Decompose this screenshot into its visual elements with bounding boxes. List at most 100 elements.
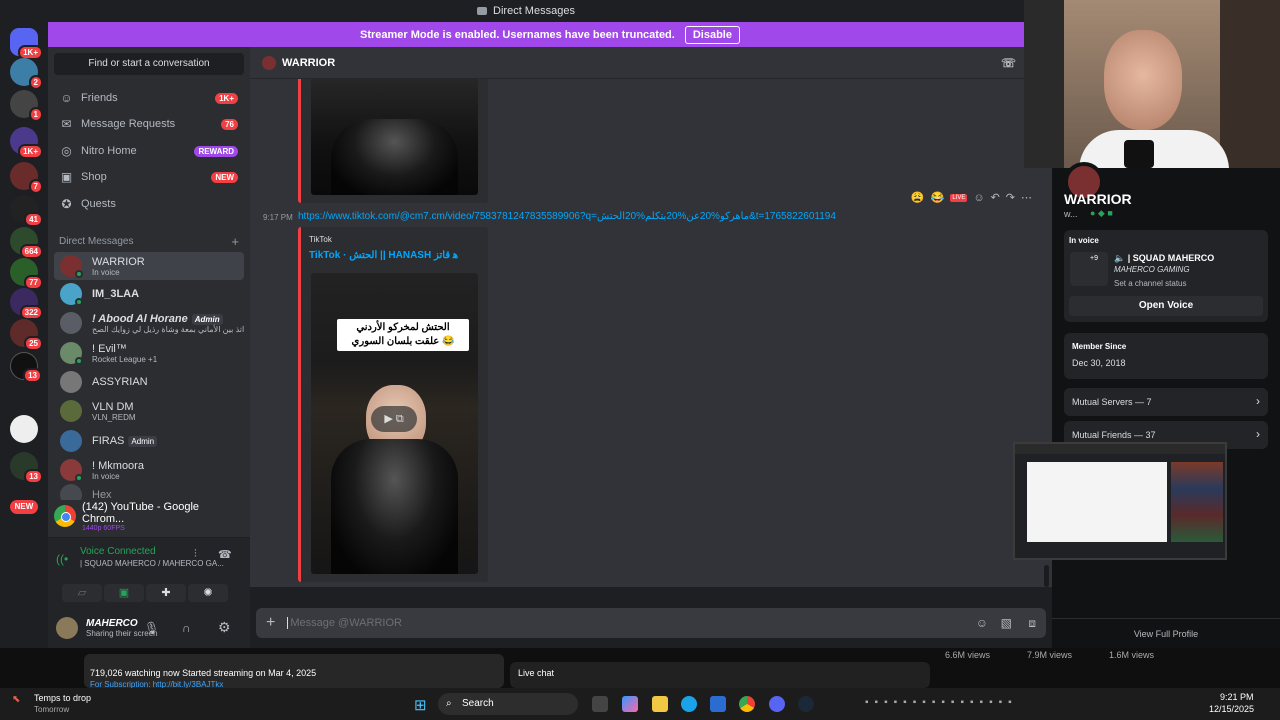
taskbar-search[interactable]: ⌕ Search	[438, 693, 578, 715]
settings-icon[interactable]: ⚙	[218, 619, 231, 636]
dm-item[interactable]: ASSYRIAN	[54, 368, 244, 396]
disable-button[interactable]: Disable	[684, 25, 740, 44]
call-icon[interactable]: ☏	[1001, 56, 1016, 70]
emoji-reaction-icon[interactable]: 😂	[931, 191, 945, 204]
add-reaction-icon[interactable]: ☺	[973, 192, 984, 204]
scrollbar[interactable]	[1044, 565, 1049, 587]
headset-icon[interactable]: ∩	[182, 621, 191, 635]
server-icon[interactable]: 13	[10, 452, 43, 484]
open-voice-button[interactable]: Open Voice	[1069, 296, 1263, 316]
plus-icon[interactable]: +	[231, 234, 239, 249]
dm-item[interactable]: WARRIOR In voice	[54, 252, 244, 280]
forward-icon[interactable]: ↷	[1006, 191, 1015, 204]
nav-message-requests[interactable]: ✉ Message Requests 76	[54, 111, 244, 137]
clock-date[interactable]: 12/15/2025	[1209, 704, 1254, 714]
voice-status: Voice Connected	[80, 546, 156, 557]
more-icon[interactable]: ⋯	[1021, 191, 1032, 204]
live-chat-label[interactable]: Live chat	[518, 668, 554, 678]
dm-item[interactable]: ! Abood Al Horane Admin اتذ بين الأماني بم…	[54, 309, 244, 337]
nav-nitro-home[interactable]: ◎ Nitro Home REWARD	[54, 138, 244, 164]
start-icon[interactable]: ⊞	[414, 696, 427, 714]
avatar[interactable]	[56, 616, 78, 639]
nav-label: Nitro Home	[81, 145, 137, 157]
embed-video[interactable]: الحتش لمخركو الأردني علقت بلسان السوري 😂 …	[311, 273, 478, 574]
search-input[interactable]: Find or start a conversation	[54, 53, 244, 75]
shop-icon: ▣	[60, 170, 73, 184]
admin-tag: Admin	[128, 436, 158, 447]
dm-item[interactable]: ! Mkmoora In voice	[54, 456, 244, 484]
taskbar: ⬉ Temps to drop Tomorrow ⊞ ⌕ Search ▪▪▪▪▪…	[0, 688, 1280, 720]
reply-icon[interactable]: ↶	[991, 191, 1000, 204]
server-icon[interactable]: 13	[10, 352, 42, 383]
dm-item[interactable]: VLN DM VLN_REDM	[54, 397, 244, 425]
nav-quests[interactable]: ✪ Quests	[54, 191, 244, 217]
server-icon[interactable]: 322	[10, 288, 43, 320]
message-input[interactable]: + Message @WARRIOR ☺ ▧ ⧈	[256, 608, 1046, 638]
nav-friends[interactable]: ☺ Friends 1K+	[54, 85, 244, 111]
chevron-right-icon: ›	[1256, 394, 1260, 408]
server-icon[interactable]: 1	[10, 90, 43, 122]
profile-name: WARRIOR	[1064, 191, 1132, 207]
task-view-icon[interactable]	[592, 696, 608, 712]
server-icon[interactable]: 7	[10, 162, 43, 194]
status-dot	[75, 357, 83, 365]
channel-status[interactable]: Set a channel status	[1114, 279, 1187, 288]
nav-shop[interactable]: ▣ Shop NEW	[54, 164, 244, 190]
stream-panel[interactable]: (142) YouTube - Google Chrom... 1440p 60F…	[54, 500, 244, 532]
view-full-profile-button[interactable]: View Full Profile	[1052, 618, 1280, 648]
server-icon[interactable]: 2	[10, 58, 43, 90]
tray-icons[interactable]: ▪▪▪▪▪▪▪▪▪▪▪▪▪▪▪▪	[865, 697, 1018, 708]
signal-icon: ((•	[56, 552, 69, 566]
status-dot	[75, 270, 83, 278]
server-icon[interactable]: 41	[10, 195, 43, 227]
edge-icon[interactable]	[681, 696, 697, 712]
voice-card: In voice +9 🔈 | SQUAD MAHERCO MAHERCO GA…	[1064, 230, 1268, 322]
embed-image[interactable]	[311, 79, 478, 195]
server-icon[interactable]: 77	[10, 258, 43, 290]
badge: 322	[19, 305, 43, 320]
mutual-servers-button[interactable]: Mutual Servers — 7 ›	[1064, 388, 1268, 416]
file-explorer-icon[interactable]	[652, 696, 668, 712]
home-button[interactable]: 1K+	[10, 28, 43, 60]
avatar	[262, 55, 276, 70]
avatar	[60, 400, 82, 422]
badge: 76	[221, 118, 238, 130]
gift-icon[interactable]: ⧈	[1028, 616, 1036, 631]
dm-item[interactable]: FIRAS Admin	[54, 427, 244, 455]
server-icon[interactable]: 664	[10, 227, 43, 259]
copilot-icon[interactable]	[622, 696, 638, 712]
message-toolbar: 😩 😂 LIVE ☺ ↶ ↷ ⋯	[911, 191, 1032, 205]
dm-header: Direct Messages +	[59, 234, 245, 249]
dm-item[interactable]: IM_3LAA	[54, 280, 244, 308]
activities-button[interactable]: ✚	[146, 584, 186, 602]
emoji-reaction-icon[interactable]: 😩	[911, 191, 925, 204]
discord-icon[interactable]	[769, 696, 785, 712]
screen-share-button[interactable]: ▣	[104, 584, 144, 602]
embed-title[interactable]: TikTok · الحتش || HANASH ﮬ قاتز	[309, 250, 458, 261]
chrome-icon[interactable]	[739, 696, 755, 712]
widget-title[interactable]: Temps to drop	[34, 693, 91, 703]
store-icon[interactable]	[710, 696, 726, 712]
disconnect-icon[interactable]: ☎	[218, 548, 232, 561]
dm-item[interactable]: ! Evil™ Rocket League +1	[54, 339, 244, 367]
server-icon[interactable]: 25	[10, 319, 43, 351]
message-link[interactable]: https://www.tiktok.com/@cm7.cm/video/758…	[298, 211, 836, 222]
screen-preview-thumbnail[interactable]	[1013, 442, 1227, 560]
mic-icon[interactable]: 🎙	[144, 621, 159, 635]
emoji-icon[interactable]: ☺	[976, 616, 988, 630]
play-icon[interactable]: ▶ ⧉	[371, 406, 417, 432]
dm-sub: VLN_REDM	[92, 412, 136, 422]
member-since-date: Dec 30, 2018	[1072, 358, 1126, 368]
camera-button[interactable]: ▱	[62, 584, 102, 602]
dm-name: ! Mkmoora	[92, 459, 144, 472]
dm-name: IM_3LAA	[92, 288, 140, 300]
noise-icon[interactable]: ⫶	[194, 548, 197, 561]
clock-time[interactable]: 9:21 PM	[1220, 692, 1254, 702]
add-attachment-icon[interactable]: +	[266, 614, 275, 632]
sticker-icon[interactable]: ▧	[1001, 616, 1012, 630]
server-icon[interactable]	[10, 415, 38, 443]
soundboard-button[interactable]: ✺	[188, 584, 228, 602]
widget-sub: Tomorrow	[34, 705, 70, 714]
steam-icon[interactable]	[798, 696, 814, 712]
server-icon[interactable]: 1K+	[10, 127, 43, 159]
